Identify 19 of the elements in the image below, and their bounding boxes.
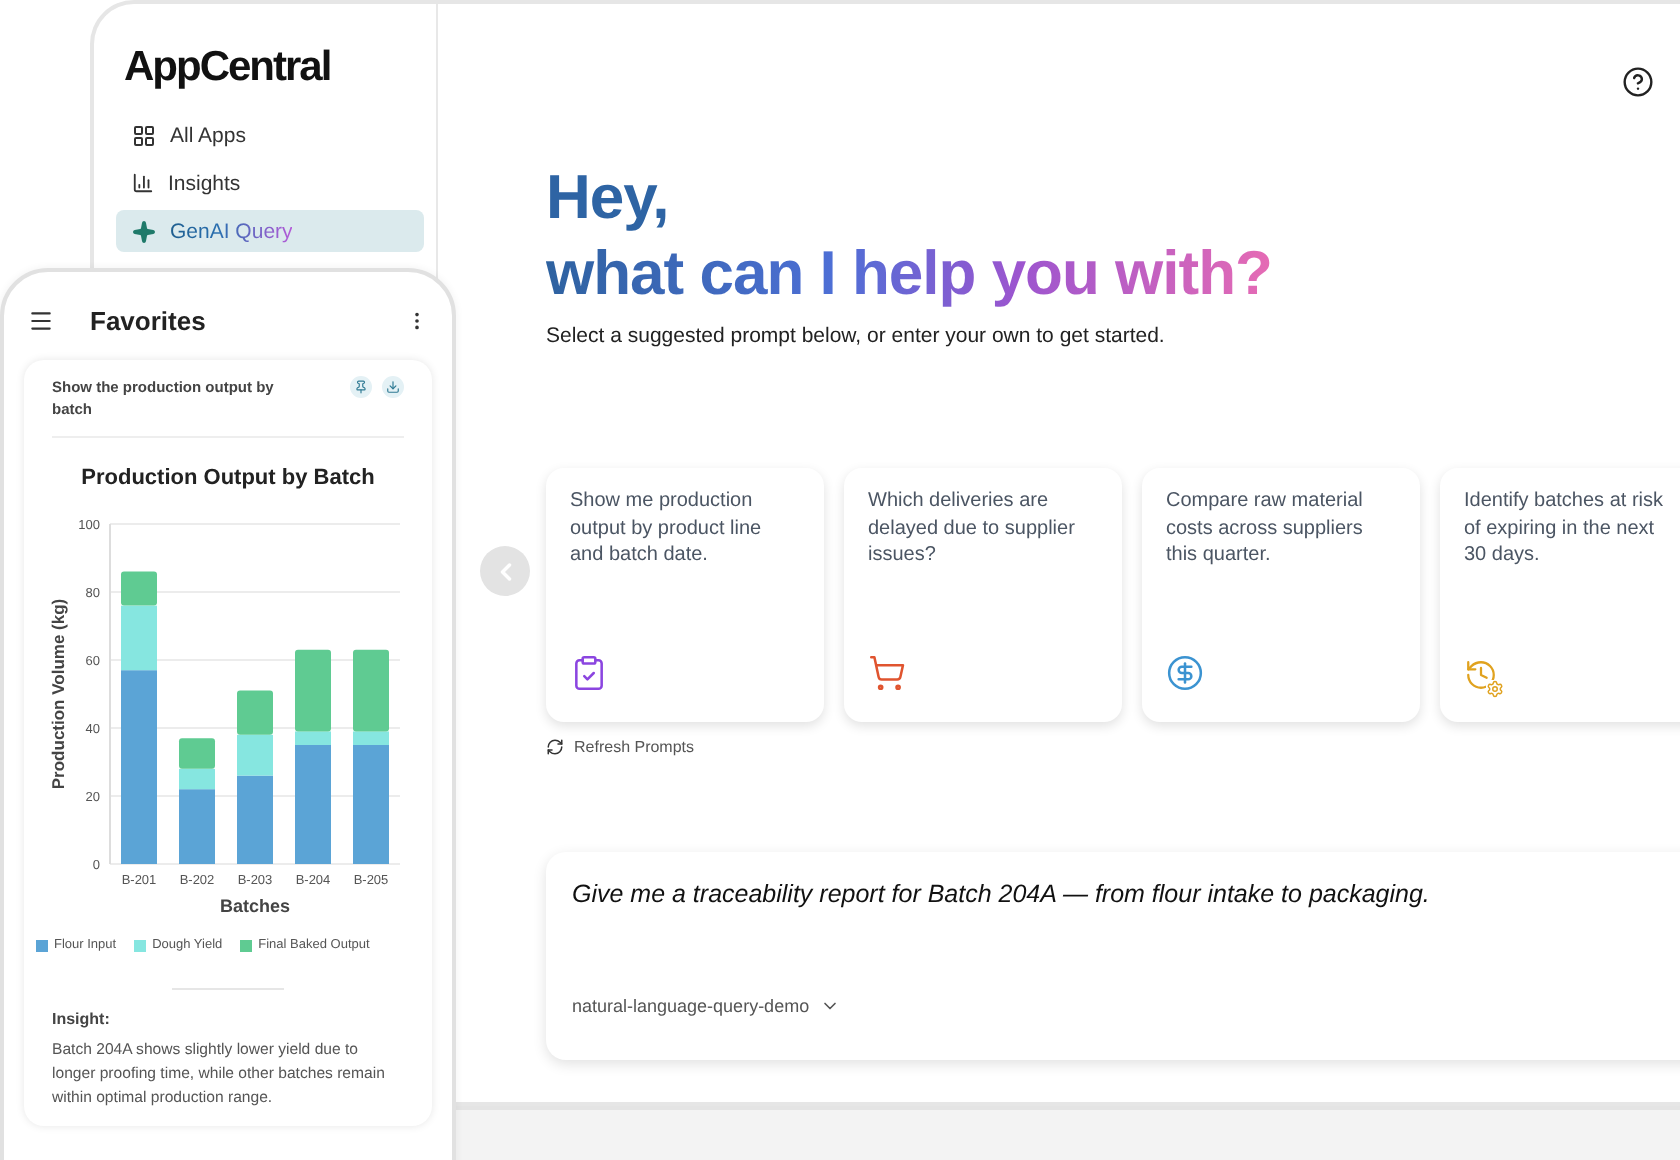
refresh-prompts-button[interactable]: Refresh Prompts (546, 738, 695, 756)
sidebar-item[interactable]: All Apps (116, 114, 424, 156)
prompt-card[interactable]: Compare raw material costs across suppliers this quarter. (1142, 468, 1420, 722)
y-axis-title: Production Volume (kg) (48, 598, 68, 790)
sidebar-item[interactable]: Insights (116, 162, 424, 204)
screen-title: Favorites (90, 305, 208, 335)
greeting: Hey, (546, 160, 671, 236)
app-logo: AppCentral (124, 44, 333, 92)
query-box[interactable]: Give me a traceability report for Batch 204A — from flour intake to packaging. natural-language-query-demo (546, 852, 1680, 1060)
prompt-card[interactable]: Identify batches at risk of expiring in the next 30 days. (1440, 468, 1680, 722)
chart-title: Production Output by Batch (79, 466, 377, 490)
prompt-card[interactable]: Which deliveries are delayed due to supplier issues? (844, 468, 1122, 722)
subtitle: Select a suggested prompt below, or enter your own to get started. (546, 324, 1167, 348)
x-axis-title: Batches (220, 896, 290, 916)
query-text: Give me a traceability report for Batch 204A — from flour intake to packaging. (572, 880, 1432, 908)
sidebar-item[interactable]: GenAI Query (116, 210, 424, 252)
prompt-card[interactable]: Show me production output by product line and batch date. (546, 468, 824, 722)
model-dropdown[interactable]: natural-language-query-demo (572, 996, 840, 1016)
insight-label: Insight: (52, 1010, 112, 1028)
